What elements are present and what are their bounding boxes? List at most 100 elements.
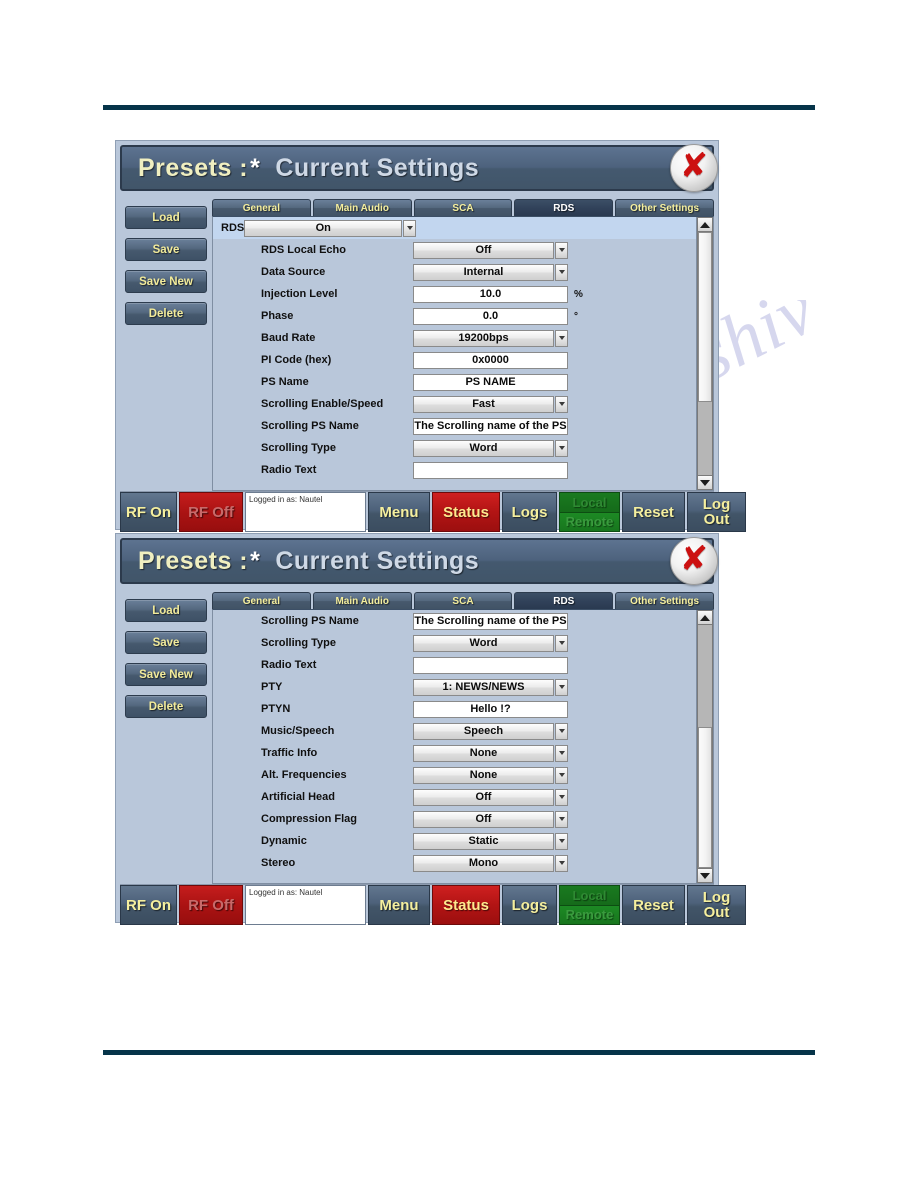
status-button-2[interactable]: Status — [432, 885, 500, 925]
setting-control[interactable]: Speech — [413, 722, 568, 740]
scroll-track[interactable] — [697, 232, 713, 475]
reset-button-2[interactable]: Reset — [622, 885, 685, 925]
dropdown-value[interactable]: None — [413, 766, 554, 784]
scroll-down-icon[interactable] — [697, 475, 713, 490]
reset-button[interactable]: Reset — [622, 492, 685, 532]
vertical-scrollbar[interactable] — [696, 217, 713, 490]
setting-control[interactable]: Hello !? — [413, 700, 568, 718]
setting-control[interactable]: Internal — [413, 263, 568, 281]
setting-control[interactable] — [413, 461, 568, 479]
chevron-down-icon[interactable] — [555, 744, 568, 762]
text-input[interactable]: 0.0 — [413, 307, 568, 325]
scroll-track[interactable] — [697, 625, 713, 868]
text-input[interactable]: PS NAME — [413, 373, 568, 391]
dropdown-value[interactable]: Static — [413, 832, 554, 850]
chevron-down-icon[interactable] — [555, 395, 568, 413]
load-button[interactable]: Load — [125, 206, 207, 229]
dropdown-value[interactable]: Speech — [413, 722, 554, 740]
remote-button[interactable]: Remote — [559, 511, 620, 532]
close-button[interactable]: ✘ — [670, 144, 718, 192]
tab-sca[interactable]: SCA — [413, 199, 513, 216]
log-out-button[interactable]: Log Out — [687, 492, 746, 532]
logs-button-2[interactable]: Logs — [502, 885, 557, 925]
dropdown-value[interactable]: Mono — [413, 854, 554, 872]
text-input[interactable]: 0x0000 — [413, 351, 568, 369]
text-input[interactable]: The Scrolling name of the PS — [413, 417, 568, 435]
rf-on-button[interactable]: RF On — [120, 492, 177, 532]
local-remote-toggle-2[interactable]: Local Remote — [559, 885, 620, 925]
tab-general[interactable]: General — [212, 199, 311, 216]
setting-control[interactable]: PS NAME — [413, 373, 568, 391]
chevron-down-icon[interactable] — [555, 439, 568, 457]
dropdown-value[interactable]: Off — [413, 788, 554, 806]
tab-rds-2[interactable]: RDS — [514, 592, 614, 609]
chevron-down-icon[interactable] — [555, 678, 568, 696]
scroll-down-icon[interactable] — [697, 868, 713, 883]
setting-control[interactable]: 10.0 — [413, 285, 568, 303]
close-button-2[interactable]: ✘ — [670, 537, 718, 585]
text-input[interactable]: Hello !? — [413, 700, 568, 718]
tab-sca-2[interactable]: SCA — [413, 592, 513, 609]
scroll-track-space[interactable] — [698, 402, 712, 475]
scroll-up-icon[interactable] — [697, 610, 713, 625]
chevron-down-icon[interactable] — [403, 219, 417, 237]
log-out-button-2[interactable]: Log Out — [687, 885, 746, 925]
save-new-button[interactable]: Save New — [125, 270, 207, 293]
delete-button-2[interactable]: Delete — [125, 695, 207, 718]
setting-control[interactable]: 0.0 — [413, 307, 568, 325]
text-input[interactable]: The Scrolling name of the PS — [413, 612, 568, 630]
setting-control[interactable]: 0x0000 — [413, 351, 568, 369]
scroll-thumb[interactable] — [698, 727, 712, 868]
chevron-down-icon[interactable] — [555, 810, 568, 828]
setting-control[interactable]: Word — [413, 439, 568, 457]
tab-rds[interactable]: RDS — [514, 199, 614, 216]
rf-off-button-2[interactable]: RF Off — [179, 885, 243, 925]
text-input[interactable]: 10.0 — [413, 285, 568, 303]
setting-control[interactable]: None — [413, 744, 568, 762]
save-button[interactable]: Save — [125, 238, 207, 261]
tab-main-audio[interactable]: Main Audio — [312, 199, 412, 216]
chevron-down-icon[interactable] — [555, 766, 568, 784]
tab-general-2[interactable]: General — [212, 592, 311, 609]
chevron-down-icon[interactable] — [555, 722, 568, 740]
vertical-scrollbar-2[interactable] — [696, 610, 713, 883]
setting-control[interactable]: Off — [413, 810, 568, 828]
setting-control[interactable]: Off — [413, 788, 568, 806]
logs-button[interactable]: Logs — [502, 492, 557, 532]
dropdown-value[interactable]: Word — [413, 439, 554, 457]
setting-control[interactable]: On — [244, 219, 417, 237]
setting-control[interactable]: Off — [413, 241, 568, 259]
delete-button[interactable]: Delete — [125, 302, 207, 325]
scroll-up-icon[interactable] — [697, 217, 713, 232]
local-button[interactable]: Local — [559, 492, 620, 512]
setting-control[interactable]: 1: NEWS/NEWS — [413, 678, 568, 696]
chevron-down-icon[interactable] — [555, 832, 568, 850]
dropdown-value[interactable]: On — [244, 219, 403, 237]
rf-on-button-2[interactable]: RF On — [120, 885, 177, 925]
setting-control[interactable]: Word — [413, 634, 568, 652]
text-input[interactable] — [413, 461, 568, 479]
dropdown-value[interactable]: Fast — [413, 395, 554, 413]
menu-button-2[interactable]: Menu — [368, 885, 430, 925]
scroll-thumb[interactable] — [698, 232, 712, 403]
dropdown-value[interactable]: Internal — [413, 263, 554, 281]
dropdown-value[interactable]: 19200bps — [413, 329, 554, 347]
rf-off-button[interactable]: RF Off — [179, 492, 243, 532]
dropdown-value[interactable]: Off — [413, 241, 554, 259]
tab-other-settings[interactable]: Other Settings — [615, 199, 714, 216]
setting-control[interactable]: Mono — [413, 854, 568, 872]
chevron-down-icon[interactable] — [555, 788, 568, 806]
setting-control[interactable] — [413, 656, 568, 674]
chevron-down-icon[interactable] — [555, 634, 568, 652]
remote-button-2[interactable]: Remote — [559, 904, 620, 925]
tab-other-settings-2[interactable]: Other Settings — [615, 592, 714, 609]
status-button[interactable]: Status — [432, 492, 500, 532]
dropdown-value[interactable]: 1: NEWS/NEWS — [413, 678, 554, 696]
save-new-button-2[interactable]: Save New — [125, 663, 207, 686]
setting-control[interactable]: Fast — [413, 395, 568, 413]
dropdown-value[interactable]: Off — [413, 810, 554, 828]
local-button-2[interactable]: Local — [559, 885, 620, 905]
setting-control[interactable]: The Scrolling name of the PS — [413, 612, 568, 630]
setting-control[interactable]: The Scrolling name of the PS — [413, 417, 568, 435]
setting-control[interactable]: 19200bps — [413, 329, 568, 347]
